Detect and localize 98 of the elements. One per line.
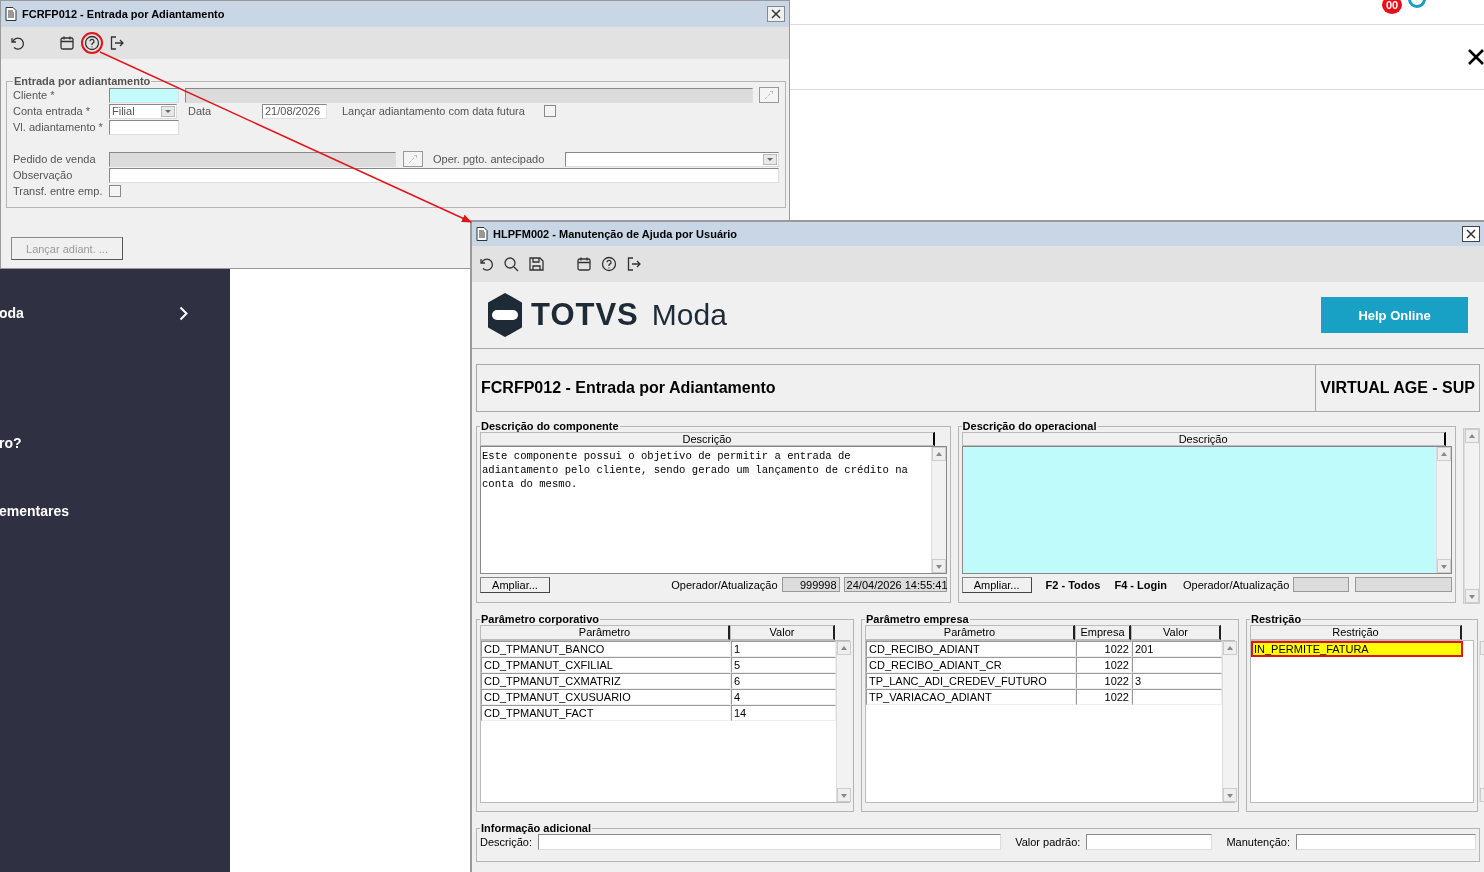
table-cell[interactable]: CD_RECIBO_ADIANT_CR bbox=[866, 657, 1076, 673]
input-field[interactable] bbox=[109, 87, 179, 103]
close-icon[interactable] bbox=[1468, 49, 1484, 65]
close-button[interactable] bbox=[767, 6, 785, 22]
checkbox[interactable] bbox=[544, 105, 556, 117]
column-header: Descrição bbox=[480, 432, 935, 446]
field-label: Cliente * bbox=[13, 89, 56, 101]
table-cell[interactable] bbox=[1132, 689, 1222, 705]
table-cell[interactable]: 14 bbox=[731, 705, 836, 721]
chevron-icon[interactable] bbox=[179, 305, 188, 321]
window-title: FCRFP012 - Entrada por Adiantamento bbox=[22, 8, 226, 20]
operator-field bbox=[1293, 577, 1350, 592]
table-cell[interactable]: TP_VARIACAO_ADIANT bbox=[866, 689, 1076, 705]
table-cell[interactable] bbox=[1132, 657, 1222, 673]
scrollbar[interactable] bbox=[1436, 447, 1451, 573]
column-header: Parâmetro bbox=[480, 625, 730, 640]
field-label: Valor padrão: bbox=[1015, 836, 1081, 848]
table-cell[interactable]: 6 bbox=[731, 673, 836, 689]
dropdown-field[interactable]: Filial bbox=[109, 103, 177, 119]
table-cell[interactable]: 1022 bbox=[1076, 689, 1132, 705]
scrollbar[interactable] bbox=[1464, 429, 1479, 603]
document-icon bbox=[5, 7, 17, 21]
component-title: FCRFP012 - Entrada por Adiantamento bbox=[480, 379, 777, 397]
field-label: Lançar adiantamento com data futura bbox=[342, 105, 526, 117]
field-label: Operador/Atualização bbox=[1182, 578, 1290, 591]
shortcut-hint: F2 - Todos bbox=[1045, 578, 1101, 591]
dropdown-field[interactable] bbox=[565, 151, 779, 167]
expand-button[interactable]: Ampliar... bbox=[961, 576, 1032, 593]
notification-badge[interactable]: 00 bbox=[1382, 0, 1402, 14]
field-label: Observação bbox=[13, 169, 74, 181]
table-cell[interactable]: 1022 bbox=[1076, 641, 1132, 657]
document-icon bbox=[476, 227, 488, 241]
table-cell[interactable]: CD_TPMANUT_CXUSUARIO bbox=[481, 689, 731, 705]
date-field: 24/04/2026 14:55:41 bbox=[843, 577, 947, 592]
column-header: Parâmetro bbox=[865, 625, 1075, 640]
group-title: Informação adicional bbox=[480, 822, 593, 834]
group-title: Parâmetro corporativo bbox=[480, 613, 600, 625]
table-cell[interactable]: CD_RECIBO_ADIANT bbox=[866, 641, 1076, 657]
group-title: Restrição bbox=[1250, 613, 1303, 625]
wand-icon bbox=[763, 90, 775, 100]
logo-icon bbox=[487, 293, 523, 337]
table-cell[interactable]: 3 bbox=[1132, 673, 1222, 689]
group-title: Parâmetro empresa bbox=[865, 613, 970, 625]
table-cell[interactable]: 4 bbox=[731, 689, 836, 705]
table-cell[interactable]: CD_TPMANUT_FACT bbox=[481, 705, 731, 721]
table-cell[interactable]: 1022 bbox=[1076, 673, 1132, 689]
close-button[interactable] bbox=[1462, 226, 1480, 242]
field-label: Conta entrada * bbox=[13, 105, 92, 117]
checkbox[interactable] bbox=[109, 185, 121, 197]
lookup-button[interactable] bbox=[759, 87, 779, 103]
field-label: Vl. adiantamento * bbox=[13, 121, 104, 133]
group-title: Entrada por adiantamento bbox=[13, 75, 152, 87]
brand-name: TOTVS bbox=[531, 297, 639, 333]
input-field[interactable] bbox=[1296, 834, 1476, 850]
table-cell[interactable]: TP_LANC_ADI_CREDEV_FUTURO bbox=[866, 673, 1076, 689]
date-field[interactable]: 21/08/2026 bbox=[262, 103, 327, 119]
input-field[interactable] bbox=[109, 119, 179, 135]
field-label: Descrição: bbox=[480, 836, 532, 848]
table-cell[interactable]: 201 bbox=[1132, 641, 1222, 657]
field-label: Manutenção: bbox=[1226, 836, 1290, 848]
group-title: Descrição do componente bbox=[480, 420, 620, 432]
field-label: Transf. entre emp. bbox=[13, 185, 104, 197]
column-header: Empresa bbox=[1075, 625, 1131, 640]
window-title: HLPFM002 - Manutenção de Ajuda por Usuário bbox=[493, 228, 739, 240]
scrollbar[interactable] bbox=[836, 641, 851, 802]
table-cell[interactable]: 5 bbox=[731, 657, 836, 673]
table-cell[interactable]: 1 bbox=[731, 641, 836, 657]
column-header: Valor bbox=[730, 625, 835, 640]
menu-item[interactable]: ementares bbox=[0, 503, 70, 519]
field-label: Operador/Atualização bbox=[671, 578, 778, 591]
expand-button[interactable]: Ampliar... bbox=[480, 576, 550, 593]
group-title: Descrição do operacional bbox=[961, 420, 1098, 432]
operator-field: 999998 bbox=[781, 577, 840, 592]
company-name: VIRTUAL AGE - SUP bbox=[1315, 365, 1479, 411]
field-label: Oper. pgto. antecipado bbox=[433, 153, 546, 165]
table-cell[interactable]: CD_TPMANUT_BANCO bbox=[481, 641, 731, 657]
shortcut-hint: F4 - Login bbox=[1114, 578, 1167, 591]
column-header: Restrição bbox=[1250, 625, 1462, 640]
column-header: Valor bbox=[1131, 625, 1221, 640]
description-text: Este componente possui o objetivo de permitir a entrada de adiantamento pelo cliente, sendo gerado um lançamento de crédito na conta do mesmo. bbox=[481, 449, 909, 492]
wand-icon bbox=[407, 154, 419, 164]
table-cell[interactable]: IN_PERMITE_FATURA bbox=[1251, 641, 1463, 657]
input-field[interactable] bbox=[1086, 834, 1213, 850]
table-cell[interactable]: CD_TPMANUT_CXMATRIZ bbox=[481, 673, 731, 689]
field-label: Data bbox=[188, 105, 213, 117]
scrollbar[interactable] bbox=[930, 447, 946, 573]
menu-item[interactable]: oda bbox=[0, 305, 24, 321]
input-field[interactable] bbox=[109, 167, 779, 183]
product-name: Moda bbox=[651, 298, 727, 332]
table-cell[interactable]: CD_TPMANUT_CXFILIAL bbox=[481, 657, 731, 673]
field-label: Pedido de venda bbox=[13, 153, 97, 165]
menu-item[interactable]: ro? bbox=[0, 435, 22, 451]
lookup-button[interactable] bbox=[403, 151, 423, 167]
input-field[interactable] bbox=[537, 834, 1002, 850]
scrollbar[interactable] bbox=[1222, 641, 1237, 802]
help-icon[interactable] bbox=[81, 32, 103, 54]
table-cell[interactable]: 1022 bbox=[1076, 657, 1132, 673]
column-header: Descrição bbox=[961, 432, 1446, 446]
